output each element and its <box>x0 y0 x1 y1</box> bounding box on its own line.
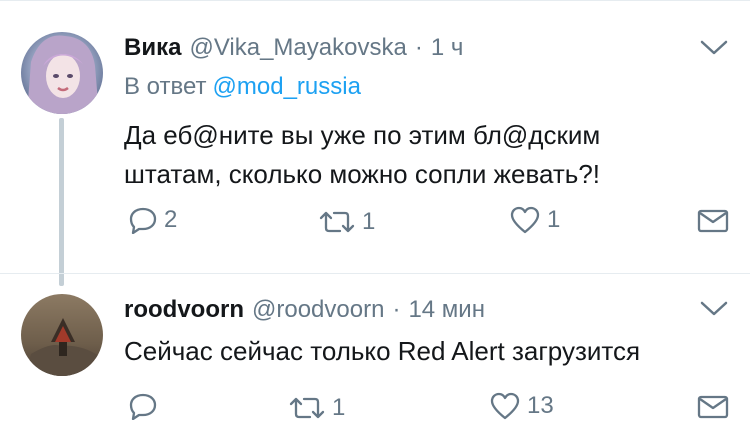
user-handle[interactable]: @roodvoorn <box>252 296 384 324</box>
reply-button[interactable]: 2 <box>128 206 177 234</box>
retweet-icon <box>319 211 355 233</box>
like-count: 13 <box>527 392 554 419</box>
timestamp[interactable]: 1 ч <box>431 34 464 62</box>
chevron-down-icon[interactable] <box>699 38 729 58</box>
reply-count: 2 <box>164 206 178 233</box>
envelope-icon <box>697 209 729 233</box>
tweet-divider <box>0 273 750 274</box>
tweet-text: Да еб@ните вы уже по этим бл@дским штата… <box>124 116 600 194</box>
reply-mention[interactable]: @mod_russia <box>213 73 361 100</box>
separator-dot: · <box>414 34 423 61</box>
like-button[interactable]: 1 <box>509 206 560 234</box>
thread-line <box>59 118 64 286</box>
display-name[interactable]: roodvoorn <box>124 296 244 324</box>
timestamp[interactable]: 14 мин <box>408 296 485 324</box>
tweet-text-line: Да еб@ните вы уже по этим бл@дским <box>124 120 601 150</box>
tweet-text: Сейчас сейчас только Red Alert загрузитс… <box>124 332 640 371</box>
avatar[interactable] <box>21 32 103 114</box>
reply-prefix: В ответ <box>124 73 207 100</box>
display-name[interactable]: Вика <box>124 34 181 62</box>
user-handle[interactable]: @Vika_Mayakovska <box>189 34 406 62</box>
retweet-icon <box>289 397 325 419</box>
retweet-button[interactable]: 1 <box>318 208 375 236</box>
retweet-count: 1 <box>332 394 346 421</box>
dm-button[interactable] <box>697 395 729 419</box>
tweet-header: Вика @Vika_Mayakovska · 1 ч <box>124 34 463 62</box>
reply-icon <box>129 207 157 234</box>
retweet-button[interactable]: 1 <box>288 394 345 422</box>
tweet-header: roodvoorn @roodvoorn · 14 мин <box>124 296 485 324</box>
heart-icon <box>490 392 520 420</box>
chevron-down-icon[interactable] <box>699 299 729 319</box>
like-button[interactable]: 13 <box>489 392 554 420</box>
tweet-text-line: Сейчас сейчас только Red Alert загрузитс… <box>124 336 641 366</box>
separator-dot: · <box>392 296 401 323</box>
reply-button[interactable] <box>128 392 164 420</box>
like-count: 1 <box>547 206 561 233</box>
retweet-count: 1 <box>362 208 376 235</box>
reply-to: В ответ @mod_russia <box>124 73 361 101</box>
tweet-text-line: штатам, сколько можно сопли жевать?! <box>124 159 601 189</box>
top-divider <box>0 0 750 1</box>
heart-icon <box>510 206 540 234</box>
reply-icon <box>129 393 157 420</box>
envelope-icon <box>697 395 729 419</box>
avatar[interactable] <box>21 294 103 376</box>
dm-button[interactable] <box>697 209 729 233</box>
